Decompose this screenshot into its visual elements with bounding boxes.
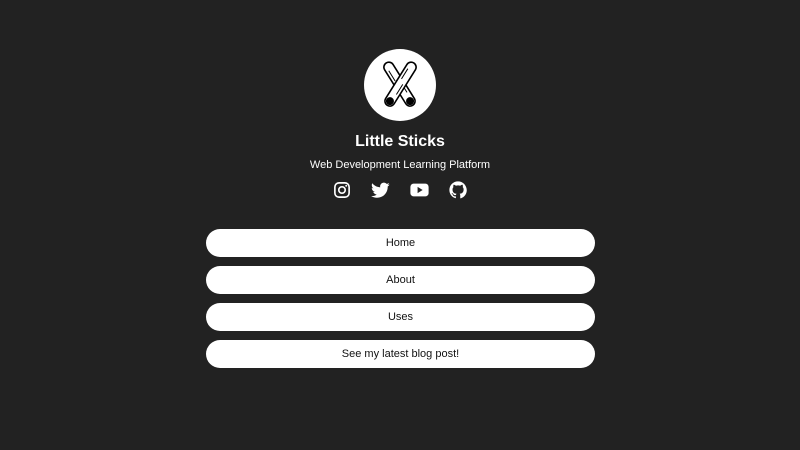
- blog-post-link-button[interactable]: See my latest blog post!: [206, 340, 595, 368]
- youtube-link[interactable]: [408, 179, 430, 201]
- social-links: [0, 179, 800, 201]
- uses-link-button[interactable]: Uses: [206, 303, 595, 331]
- profile-tagline: Web Development Learning Platform: [309, 159, 491, 171]
- crossed-sticks-logo-icon: [383, 61, 417, 107]
- youtube-icon: [409, 183, 429, 197]
- home-link-button[interactable]: Home: [206, 229, 595, 257]
- instagram-link[interactable]: [331, 179, 353, 201]
- twitter-icon: [370, 182, 390, 198]
- profile-name: Little Sticks: [355, 133, 445, 150]
- link-list: Home About Uses See my latest blog post!: [206, 229, 595, 377]
- github-link[interactable]: [447, 179, 469, 201]
- link-page: Little Sticks Web Development Learning P…: [0, 0, 800, 450]
- github-icon: [449, 181, 467, 199]
- about-link-button[interactable]: About: [206, 266, 595, 294]
- avatar: [364, 49, 436, 121]
- instagram-icon: [334, 182, 350, 198]
- twitter-link[interactable]: [369, 179, 391, 201]
